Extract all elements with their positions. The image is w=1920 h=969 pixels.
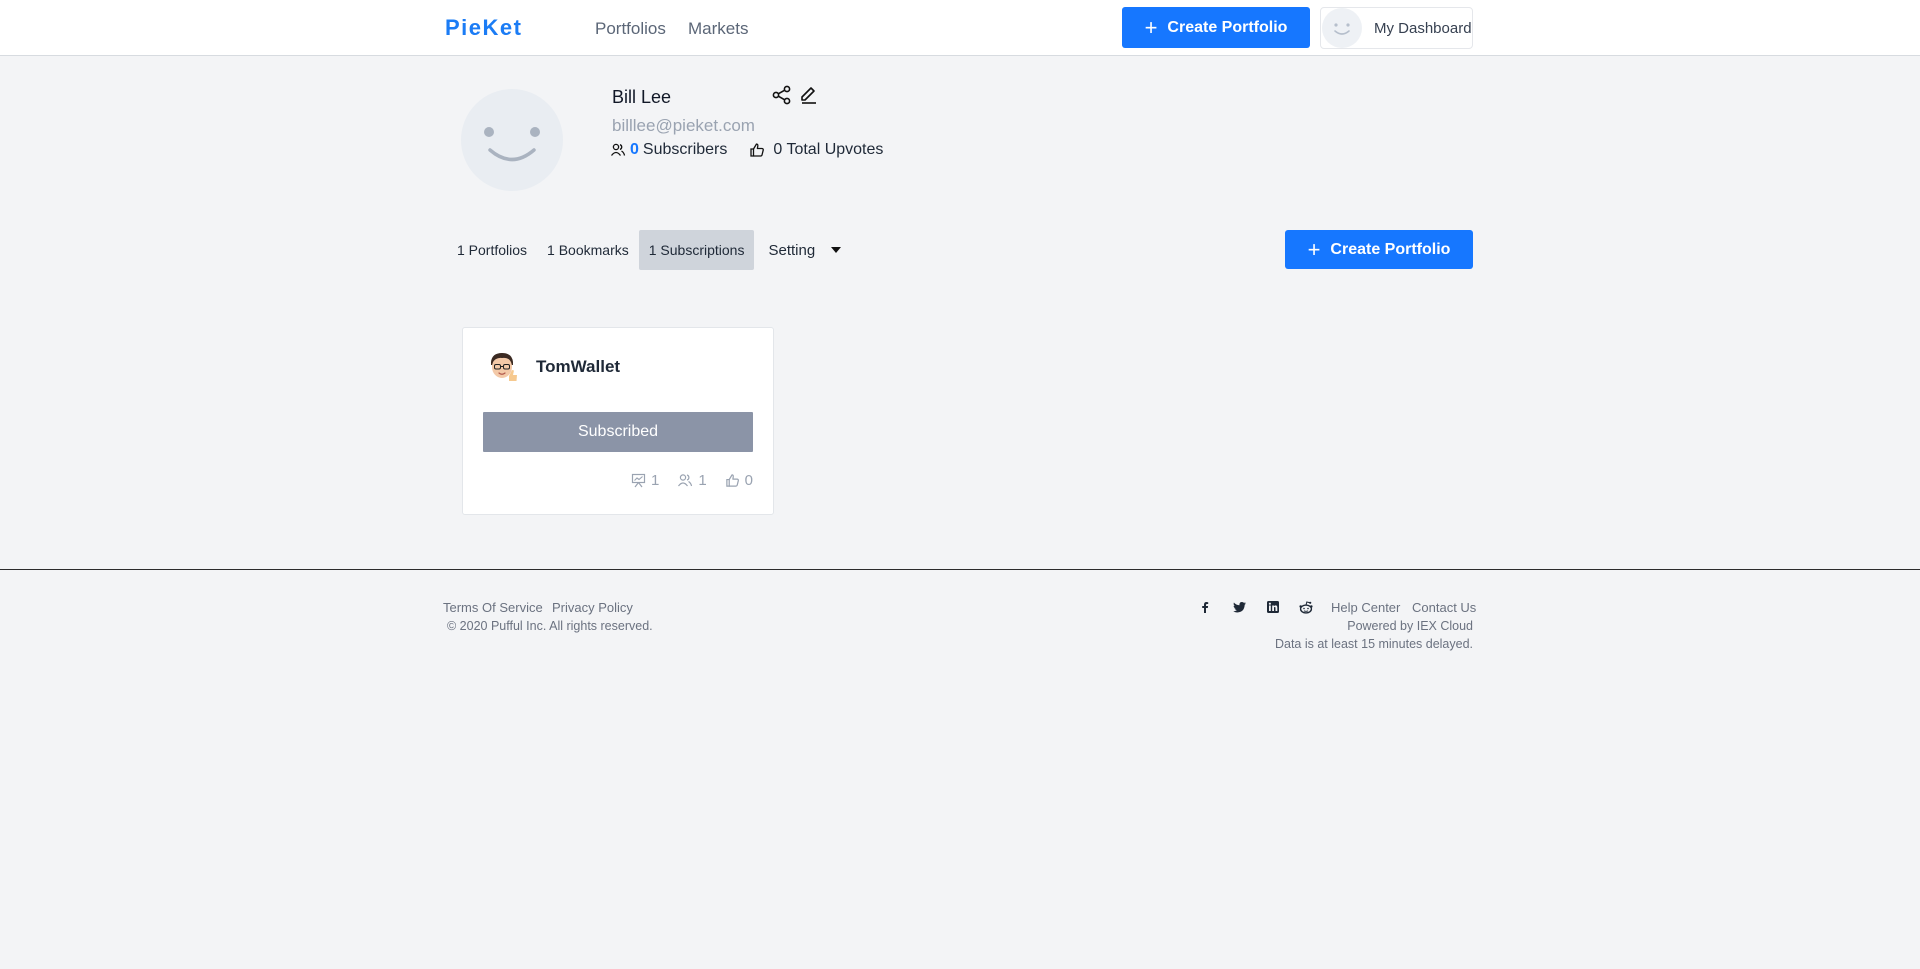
subscribed-button[interactable]: Subscribed [483,412,753,452]
footer-divider [0,569,1920,570]
upvotes-label: 0 Total Upvotes [773,141,884,158]
portfolio-count: 1 [650,472,660,489]
header-create-portfolio-label: Create Portfolio [1167,18,1288,36]
nav-portfolios[interactable]: Portfolios [595,19,666,39]
thumbs-up-icon [725,474,739,487]
brand-logo[interactable]: PieKet [445,15,522,41]
subscription-card[interactable]: TomWallet Subscribed 1 1 0 [462,327,774,515]
create-portfolio-button[interactable]: + Create Portfolio [1285,230,1473,269]
users-icon [610,143,626,156]
privacy-link[interactable]: Privacy Policy [552,600,633,615]
tab-setting[interactable]: Setting [758,230,851,270]
edit-icon[interactable] [799,85,819,105]
copyright: © 2020 Pufful Inc. All rights reserved. [447,619,653,633]
top-navbar: PieKet Portfolios Markets + Create Portf… [0,0,1920,56]
profile-name: Bill Lee [612,87,672,107]
profile-email: billlee@pieket.com [612,116,755,135]
tab-setting-label: Setting [768,241,816,259]
profile-stats: 0 Subscribers 0 Total Upvotes [610,141,883,159]
subscriber-count: 1 [698,472,707,489]
subscribers-label: Subscribers [642,141,728,158]
subscribers-stat: 0 Subscribers [610,141,727,159]
caret-down-icon [831,247,842,253]
subscribers-count: 0 [630,141,639,158]
memoji-avatar [491,353,517,381]
create-portfolio-label: Create Portfolio [1330,240,1451,258]
terms-link[interactable]: Terms Of Service [443,600,543,615]
nav-markets[interactable]: Markets [688,19,748,39]
smiley-icon [484,127,540,162]
tab-portfolios[interactable]: 1 Portfolios [447,230,537,270]
upvote-count-stat: 0 [725,472,753,489]
subscriber-count-stat: 1 [677,472,707,489]
smiley-icon [1334,23,1350,35]
upvotes-stat: 0 Total Upvotes [749,141,883,159]
plus-icon: + [1307,236,1321,262]
my-dashboard-button[interactable]: My Dashboard [1320,7,1473,49]
plus-icon: + [1144,14,1158,40]
data-delay-note: Data is at least 15 minutes delayed. [1274,637,1473,651]
tab-bookmarks[interactable]: 1 Bookmarks [537,230,639,270]
profile-avatar [461,89,563,191]
users-icon [678,474,693,487]
portfolio-count-stat: 1 [631,472,659,489]
my-dashboard-label: My Dashboard [1374,19,1472,37]
share-icon[interactable] [772,85,792,105]
twitter-icon[interactable] [1231,599,1247,615]
powered-by: Powered by IEX Cloud [1347,619,1473,633]
chart-icon [631,473,646,488]
header-create-portfolio-button[interactable]: + Create Portfolio [1122,7,1310,48]
profile-tabs: 1 Portfolios 1 Bookmarks 1 Subscriptions… [447,230,851,270]
avatar [1322,8,1362,48]
tab-subscriptions[interactable]: 1 Subscriptions [638,230,755,270]
subscription-stats: 1 1 0 [631,472,753,489]
thumbs-up-icon [750,143,765,157]
profile-actions [772,85,819,105]
contact-us-link[interactable]: Contact Us [1412,600,1476,615]
linkedin-icon[interactable] [1265,599,1281,615]
facebook-icon[interactable] [1197,599,1213,615]
upvote-count: 0 [744,472,753,489]
subscription-title[interactable]: TomWallet [536,357,620,377]
reddit-icon[interactable] [1298,599,1314,615]
help-center-link[interactable]: Help Center [1331,600,1400,615]
